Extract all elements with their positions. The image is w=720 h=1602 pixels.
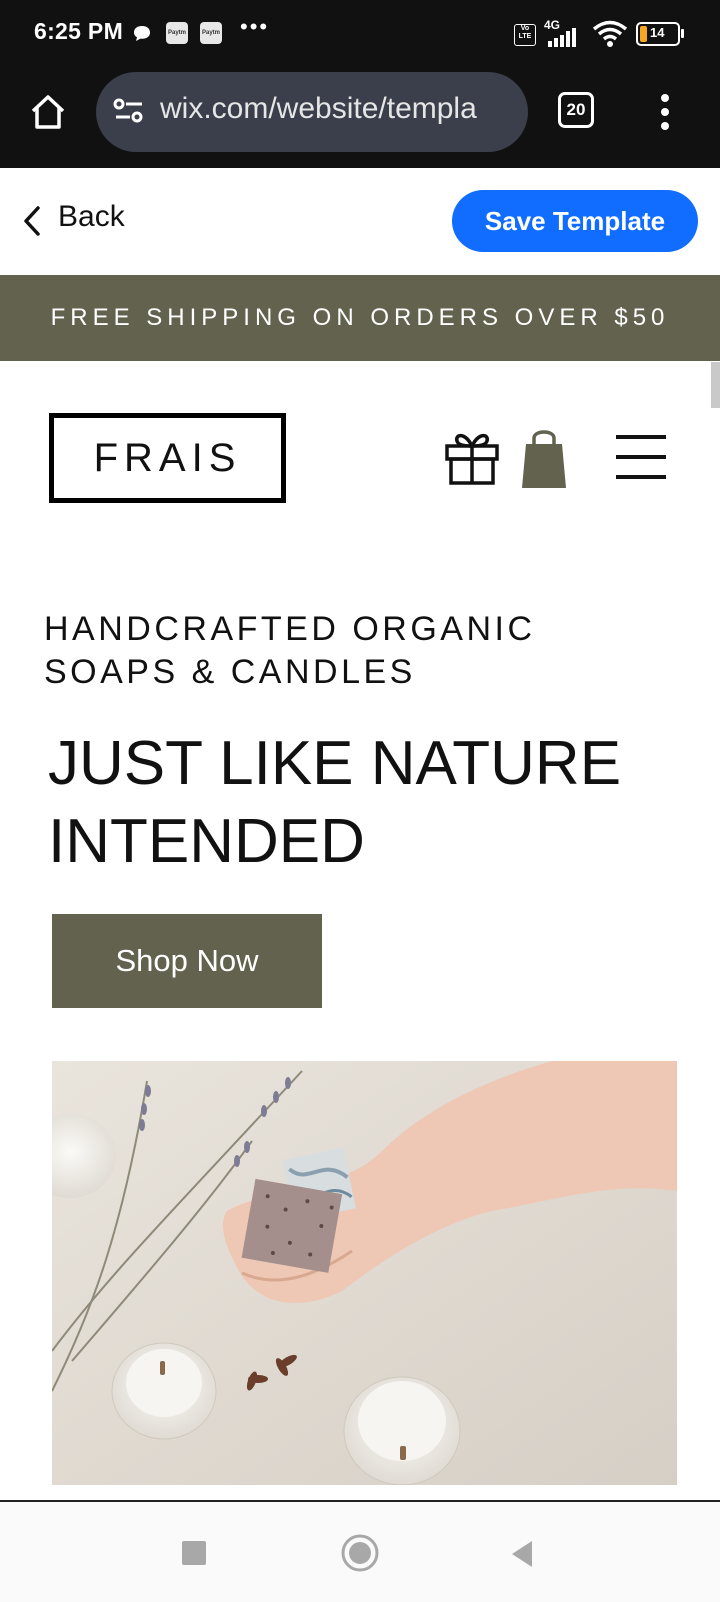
battery-icon: 14: [636, 22, 684, 46]
volte-icon: Vo LTE: [514, 24, 536, 46]
hero-subheading: HANDCRAFTED ORGANIC SOAPS & CANDLES: [44, 610, 536, 691]
more-vert-icon[interactable]: [658, 92, 672, 132]
chevron-left-icon[interactable]: [22, 205, 42, 237]
more-notifications-icon: •••: [240, 14, 270, 39]
hamburger-menu-icon[interactable]: [616, 432, 668, 482]
back-button[interactable]: Back: [58, 200, 125, 234]
gift-icon[interactable]: [443, 428, 501, 486]
paytm-notification-icon: Paytm: [200, 22, 222, 44]
tab-switcher-button[interactable]: 20: [558, 92, 594, 128]
promo-banner: FREE SHIPPING ON ORDERS OVER $50: [0, 275, 720, 361]
site-settings-icon[interactable]: [112, 96, 146, 126]
home-icon[interactable]: [28, 92, 68, 132]
chat-notification-icon: [134, 26, 150, 41]
signal-strength-icon: [548, 28, 576, 47]
shopping-bag-icon[interactable]: [518, 424, 570, 490]
back-nav-button[interactable]: [508, 1539, 536, 1569]
logo-text: FRAIS: [93, 435, 242, 480]
save-template-button[interactable]: Save Template: [452, 190, 698, 252]
site-logo[interactable]: FRAIS: [49, 413, 286, 503]
shop-now-button[interactable]: Shop Now: [52, 914, 322, 1008]
paytm-notification-icon: Paytm: [166, 22, 188, 44]
home-nav-button[interactable]: [340, 1533, 380, 1573]
hero-image: [52, 1061, 677, 1485]
status-time: 6:25 PM: [34, 18, 124, 44]
hero-headline: JUST LIKE NATURE INTENDED: [48, 729, 622, 876]
status-bar: 6:25 PM Paytm Paytm ••• Vo LTE 4G 14: [0, 0, 720, 68]
scrollbar-thumb[interactable]: [711, 362, 720, 408]
recent-apps-button[interactable]: [182, 1541, 206, 1565]
wifi-icon: [592, 20, 628, 47]
url-text[interactable]: wix.com/website/templa: [160, 92, 515, 126]
